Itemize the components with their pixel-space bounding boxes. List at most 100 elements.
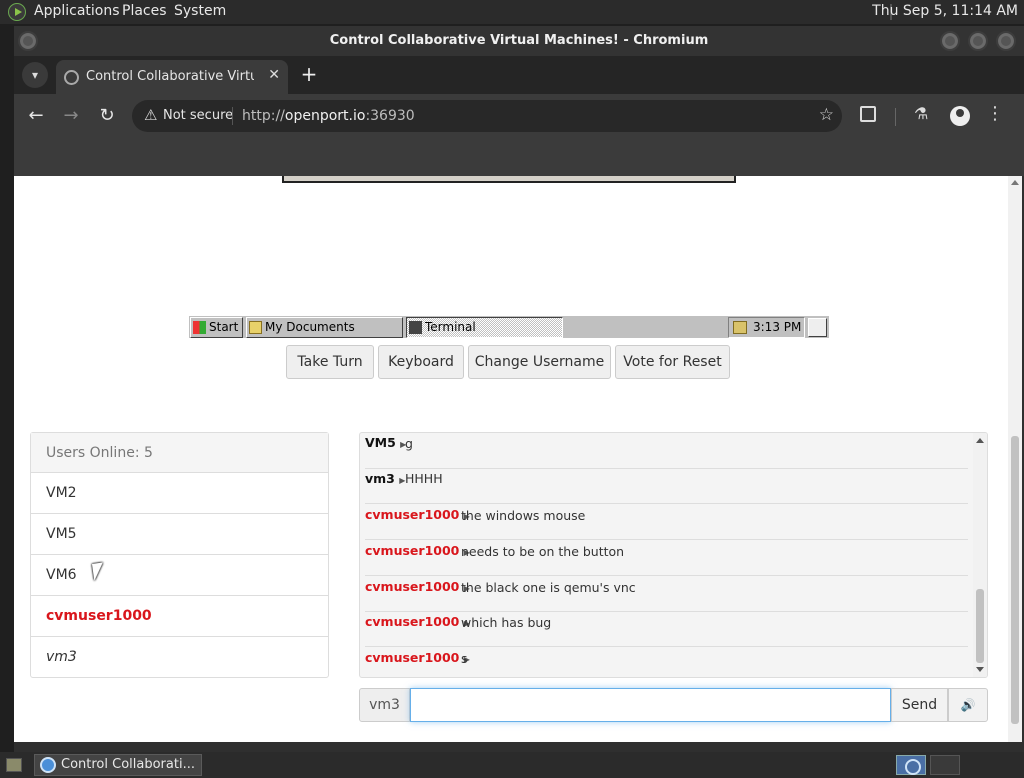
windows-logo-icon — [193, 321, 206, 334]
chat-username-text: cvmuser1000 — [365, 579, 460, 594]
send-button[interactable]: Send — [891, 688, 948, 722]
window-title: Control Collaborative Virtual Machines! … — [329, 33, 709, 48]
chat-username-text: cvmuser1000 — [365, 543, 460, 558]
reload-icon[interactable]: ↻ — [93, 102, 121, 130]
chat-username: VM5 ▶ — [365, 435, 406, 450]
browser-window: Control Collaborative Virtual Machines! … — [14, 26, 1024, 752]
vote-reset-button[interactable]: Vote for Reset — [615, 345, 730, 379]
chat-username: cvmuser1000 ▶ — [365, 543, 470, 558]
chat-message: cvmuser1000 ▶ the windows mouse — [365, 504, 968, 540]
tab-close-icon[interactable]: ✕ — [268, 67, 280, 83]
vm-task-label: Terminal — [425, 320, 476, 334]
kebab-menu-icon[interactable]: ⋮ — [986, 104, 1004, 124]
user-list-item[interactable]: VM2 — [31, 473, 328, 514]
notepad-icon[interactable] — [808, 318, 827, 337]
minimize-icon[interactable] — [940, 31, 960, 51]
chat-username-text: VM5 — [365, 435, 396, 450]
url-host: openport.io — [284, 108, 366, 124]
tab-active[interactable]: Control Collaborative Virtual Machines! … — [56, 60, 288, 94]
not-secure-label[interactable]: Not secure — [163, 108, 233, 123]
url-scheme: http:// — [242, 108, 285, 124]
user-list-item[interactable]: cvmuser1000 — [31, 596, 328, 637]
terminal-icon — [409, 321, 422, 334]
chat-text: s — [461, 651, 468, 666]
vm-start-button[interactable]: Start — [190, 317, 243, 338]
user-list-item[interactable]: VM5 — [31, 514, 328, 555]
distro-logo-icon[interactable] — [8, 3, 26, 21]
chat-scrollbar-thumb[interactable] — [976, 589, 984, 663]
vm-taskbar[interactable]: Start My Documents Terminal 3:13 PM — [189, 315, 829, 338]
system-menu[interactable]: System — [174, 3, 226, 19]
maximize-icon[interactable] — [968, 31, 988, 51]
labs-flask-icon[interactable]: ⚗ — [914, 104, 928, 123]
change-username-button[interactable]: Change Username — [468, 345, 611, 379]
panel-clock[interactable]: Thu Sep 5, 11:14 AM — [872, 3, 1018, 19]
bookmark-star-icon[interactable]: ☆ — [819, 105, 834, 125]
chat-message: vm3 ▶ HHHH — [365, 468, 968, 504]
bottom-panel: Control Collaborati... — [0, 752, 1024, 778]
new-tab-plus-icon[interactable]: + — [296, 62, 322, 88]
show-desktop-icon[interactable] — [6, 758, 22, 772]
toolbar-separator — [895, 108, 896, 126]
folder-icon — [249, 321, 262, 334]
applications-menu[interactable]: Applications — [34, 3, 120, 19]
chat-username-text: cvmuser1000 — [365, 507, 460, 522]
user-list-item[interactable]: VM6 — [31, 555, 328, 596]
sound-toggle-button[interactable]: 🔊 — [948, 688, 988, 722]
bookmark-bar — [14, 138, 1024, 176]
chat-text: needs to be on the button — [461, 544, 625, 559]
tab-search-chevron-down-icon[interactable]: ▾ — [22, 62, 48, 88]
chat-message: cvmuser1000 ▶ the black one is qemu's vn… — [365, 576, 968, 612]
chat-text: g — [405, 436, 413, 451]
taskbar-window-button[interactable]: Control Collaborati... — [34, 754, 202, 776]
chat-username: cvmuser1000 ▶ — [365, 650, 470, 665]
users-online-header: Users Online: 5 — [31, 433, 328, 473]
window-titlebar[interactable]: Control Collaborative Virtual Machines! … — [14, 26, 1024, 56]
keyboard-button[interactable]: Keyboard — [378, 345, 464, 379]
globe-favicon-icon — [64, 70, 79, 85]
url-text[interactable]: http://openport.io:36930 — [242, 108, 415, 124]
forward-arrow-icon[interactable]: → — [57, 102, 85, 130]
chat-username: cvmuser1000 ▶ — [365, 614, 470, 629]
scroll-up-arrow-icon[interactable] — [1011, 180, 1019, 185]
chat-text: the black one is qemu's vnc — [461, 580, 636, 595]
top-panel: Applications Places System Thu Sep 5, 11… — [0, 0, 1024, 24]
page-scrollbar[interactable] — [1008, 176, 1022, 742]
chat-input-group: vm3 Send 🔊 — [359, 688, 988, 722]
places-menu[interactable]: Places — [122, 3, 167, 19]
page-scrollbar-thumb[interactable] — [1011, 436, 1019, 724]
take-turn-button[interactable]: Take Turn — [286, 345, 374, 379]
chat-input[interactable] — [410, 688, 891, 722]
tray-speaker-icon[interactable] — [733, 321, 747, 334]
extensions-puzzle-icon[interactable] — [860, 106, 876, 122]
close-window-icon[interactable] — [996, 31, 1016, 51]
warning-triangle-icon[interactable]: ⚠ — [144, 106, 157, 124]
chat-username: cvmuser1000 ▶ — [365, 507, 470, 522]
workspace-switcher-inactive[interactable] — [930, 755, 960, 775]
profile-avatar-icon[interactable] — [950, 106, 970, 126]
vm-system-tray[interactable]: 3:13 PM — [728, 317, 805, 338]
speaker-icon: 🔊 — [960, 698, 976, 712]
url-separator — [232, 107, 233, 125]
workspace-switcher-active[interactable] — [896, 755, 926, 775]
page-viewport: Start My Documents Terminal 3:13 PM Take… — [14, 176, 1022, 742]
vm-screen-bottom-edge[interactable] — [282, 176, 736, 183]
chat-scrollbar[interactable] — [973, 433, 987, 677]
tab-title: Control Collaborative Virtual Machines! — [86, 69, 254, 84]
url-port: :36930 — [365, 108, 415, 124]
address-bar[interactable]: ⚠ Not secure http://openport.io:36930 ☆ — [132, 100, 842, 132]
vm-task-label: My Documents — [265, 320, 355, 334]
chat-text: HHHH — [405, 471, 443, 486]
vm-task-terminal[interactable]: Terminal — [406, 317, 563, 338]
user-list-item-self[interactable]: vm3 — [31, 637, 328, 678]
scroll-up-arrow-icon[interactable] — [976, 438, 984, 443]
chat-log[interactable]: VM5 ▶ g vm3 ▶ HHHH cvmuser1000 ▶ the win… — [359, 432, 988, 678]
vm-task-my-documents[interactable]: My Documents — [246, 317, 403, 338]
taskbar-window-label: Control Collaborati... — [61, 757, 195, 772]
browser-toolbar: ← → ↻ ⚠ Not secure http://openport.io:36… — [14, 94, 1024, 138]
chat-username-text: vm3 — [365, 471, 395, 486]
scroll-down-arrow-icon[interactable] — [976, 667, 984, 672]
chat-message: cvmuser1000 ▶ s — [365, 647, 968, 677]
chat-username-text: cvmuser1000 — [365, 650, 460, 665]
back-arrow-icon[interactable]: ← — [22, 102, 50, 130]
